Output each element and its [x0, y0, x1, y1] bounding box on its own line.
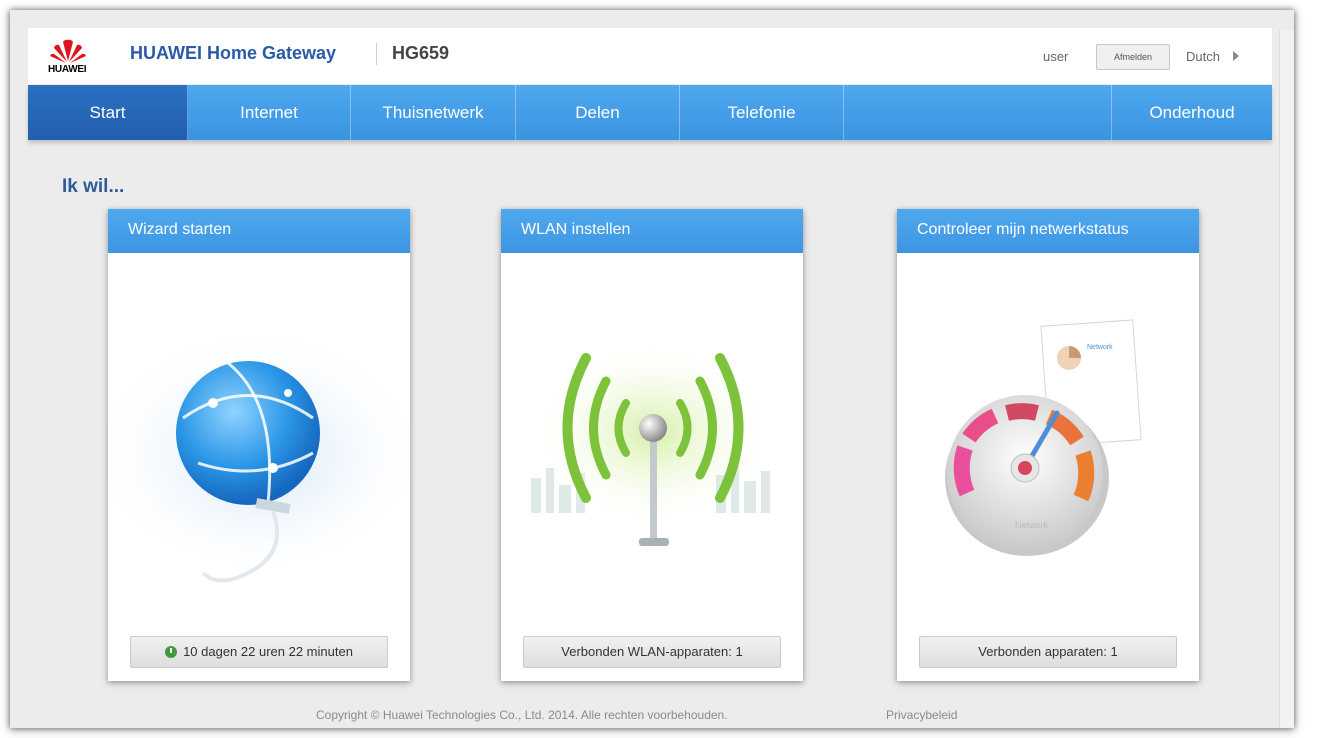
language-arrow-icon[interactable]: [1233, 51, 1239, 61]
card-header[interactable]: Controleer mijn netwerkstatus: [897, 209, 1199, 253]
card-title[interactable]: Wizard starten: [128, 221, 231, 239]
clock-icon: [165, 646, 178, 658]
gauge-illustration: Network Network: [897, 253, 1199, 633]
tab-onderhoud[interactable]: Onderhoud: [1112, 85, 1272, 140]
card-header[interactable]: Wizard starten: [108, 209, 410, 253]
tab-internet[interactable]: Internet: [188, 85, 351, 140]
logo-text: HUAWEI: [48, 64, 87, 75]
section-title: Ik wil...: [62, 176, 125, 197]
tab-delen[interactable]: Delen: [516, 85, 680, 140]
uptime-status: 10 dagen 22 uren 22 minuten: [130, 636, 388, 668]
card-header[interactable]: WLAN instellen: [501, 209, 803, 253]
browser-window: HUAWEI HUAWEI Home Gateway HG659 user Af…: [10, 10, 1294, 728]
privacy-link[interactable]: Privacybeleid: [886, 708, 957, 722]
title-divider: [376, 43, 377, 65]
vertical-scrollbar[interactable]: [1279, 30, 1294, 728]
uptime-text: 10 dagen 22 uren 22 minuten: [183, 644, 353, 659]
main-nav: Start Internet Thuisnetwerk Delen Telefo…: [28, 85, 1272, 140]
tab-thuisnetwerk[interactable]: Thuisnetwerk: [351, 85, 516, 140]
card-title[interactable]: WLAN instellen: [521, 221, 630, 239]
header-bar: HUAWEI HUAWEI Home Gateway HG659 user Af…: [28, 28, 1272, 84]
card-title[interactable]: Controleer mijn netwerkstatus: [917, 221, 1129, 239]
model-name: HG659: [392, 43, 450, 63]
tab-telefonie[interactable]: Telefonie: [680, 85, 844, 140]
card-wizard[interactable]: Wizard starten 10 dagen 22 uren 22 minut…: [98, 209, 418, 681]
wlan-devices-status: Verbonden WLAN-apparaten: 1: [523, 636, 781, 668]
nav-spacer: [844, 85, 1112, 140]
logout-button[interactable]: Afmelden: [1096, 44, 1170, 70]
card-wlan[interactable]: WLAN instellen Verbonden WLAN-apparaten:…: [501, 209, 803, 681]
gauge-label: Network: [1015, 520, 1049, 530]
language-selector[interactable]: Dutch: [1186, 49, 1220, 64]
globe-illustration: [98, 253, 418, 633]
wifi-illustration: [501, 253, 803, 633]
card-network-status[interactable]: Controleer mijn netwerkstatus Network Ne…: [897, 209, 1199, 681]
tab-start[interactable]: Start: [28, 85, 188, 140]
app-title: HUAWEI Home Gateway: [130, 43, 337, 63]
doc-title: Network: [1087, 344, 1113, 351]
copyright-text: Copyright © Huawei Technologies Co., Ltd…: [316, 708, 728, 722]
username-label: user: [1043, 49, 1069, 64]
connected-devices-status: Verbonden apparaten: 1: [919, 636, 1177, 668]
